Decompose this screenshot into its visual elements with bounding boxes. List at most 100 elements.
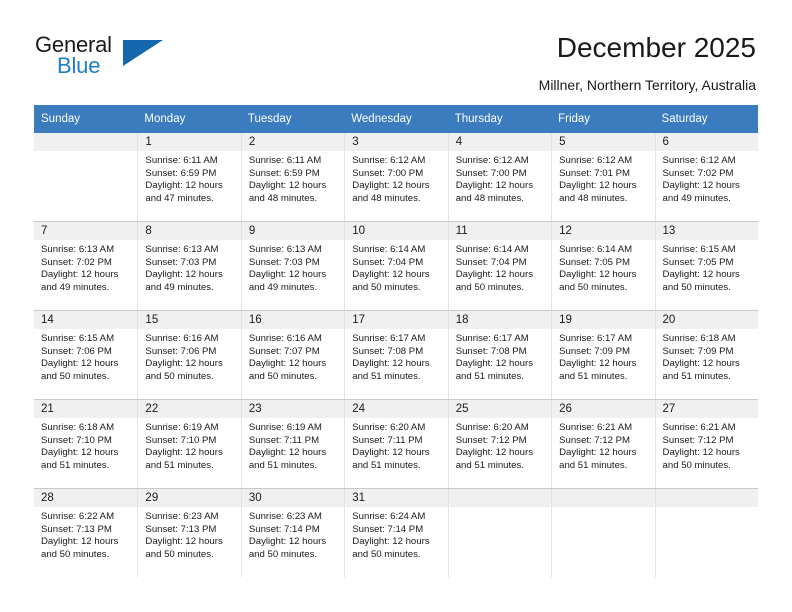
day-info-line: Sunrise: 6:17 AM (559, 333, 633, 344)
calendar-day-cell[interactable]: 28 Sunrise: 6:22 AM Sunset: 7:13 PM Dayligh… (34, 489, 138, 577)
calendar-cell: 31 Sunrise: 6:24 AM Sunset: 7:14 PM Dayligh… (344, 489, 448, 577)
day-sun-info: Sunrise: 6:18 AM Sunset: 7:10 PM Daylight:… (34, 418, 137, 472)
day-info-line: Daylight: 12 hours (248, 180, 327, 192)
day-info-line: and 50 minutes. (559, 281, 628, 293)
calendar-day-cell[interactable]: 1 Sunrise: 6:11 AM Sunset: 6:59 PM Daylight… (137, 133, 241, 221)
day-sun-info: Sunrise: 6:12 AM Sunset: 7:01 PM Daylight:… (552, 151, 654, 205)
calendar-cell: 4 Sunrise: 6:12 AM Sunset: 7:00 PM Daylight… (447, 133, 552, 221)
day-info-line: and 50 minutes. (352, 281, 421, 293)
day-info-line: and 50 minutes. (662, 281, 731, 293)
calendar-cell: 17 Sunrise: 6:17 AM Sunset: 7:08 PM Dayligh… (344, 311, 448, 399)
day-sun-info: Sunrise: 6:12 AM Sunset: 7:02 PM Daylight:… (656, 151, 758, 205)
day-info-line: Sunrise: 6:15 AM (41, 333, 115, 344)
day-sun-info (449, 507, 551, 511)
calendar-day-cell[interactable]: 21 Sunrise: 6:18 AM Sunset: 7:10 PM Dayligh… (34, 400, 138, 488)
calendar-day-cell[interactable]: 26 Sunrise: 6:21 AM Sunset: 7:12 PM Dayligh… (551, 400, 655, 488)
calendar-day-cell[interactable]: 2 Sunrise: 6:11 AM Sunset: 6:59 PM Daylight… (240, 133, 345, 221)
day-sun-info: Sunrise: 6:23 AM Sunset: 7:13 PM Daylight:… (138, 507, 240, 561)
calendar-day-cell[interactable]: 11 Sunrise: 6:14 AM Sunset: 7:04 PM Dayligh… (447, 222, 552, 310)
calendar-day-cell[interactable]: 17 Sunrise: 6:17 AM Sunset: 7:08 PM Dayligh… (344, 311, 448, 399)
day-sun-info: Sunrise: 6:14 AM Sunset: 7:04 PM Daylight:… (449, 240, 551, 294)
calendar-day-cell[interactable]: 31 Sunrise: 6:24 AM Sunset: 7:14 PM Dayligh… (344, 489, 448, 577)
day-sun-info: Sunrise: 6:17 AM Sunset: 7:08 PM Daylight:… (449, 329, 551, 383)
calendar-day-cell[interactable]: 16 Sunrise: 6:16 AM Sunset: 7:07 PM Dayligh… (240, 311, 345, 399)
day-info-line: Sunset: 7:12 PM (455, 434, 527, 446)
calendar-day-cell[interactable]: 14 Sunrise: 6:15 AM Sunset: 7:06 PM Dayligh… (34, 311, 138, 399)
calendar-cell: 13 Sunrise: 6:15 AM Sunset: 7:05 PM Dayligh… (654, 222, 758, 310)
calendar-day-cell[interactable]: 9 Sunrise: 6:13 AM Sunset: 7:03 PM Daylight… (240, 222, 345, 310)
day-info-line: Daylight: 12 hours (559, 358, 637, 370)
day-info-line: Sunset: 7:00 PM (352, 167, 424, 179)
calendar-day-cell[interactable]: 20 Sunrise: 6:18 AM Sunset: 7:09 PM Dayligh… (654, 311, 758, 399)
day-number: 20 (655, 311, 758, 329)
day-info-line: Daylight: 12 hours (248, 447, 327, 459)
calendar-day-cell[interactable]: 27 Sunrise: 6:21 AM Sunset: 7:12 PM Dayligh… (654, 400, 758, 488)
day-info-line: and 50 minutes. (455, 281, 524, 293)
day-number: 8 (138, 222, 241, 240)
calendar-day-cell[interactable]: 3 Sunrise: 6:12 AM Sunset: 7:00 PM Daylight… (344, 133, 448, 221)
day-info-line: Daylight: 12 hours (248, 536, 327, 548)
day-info-line: and 50 minutes. (41, 370, 110, 382)
day-number: 13 (655, 222, 758, 240)
calendar-day-cell[interactable]: 12 Sunrise: 6:14 AM Sunset: 7:05 PM Dayligh… (551, 222, 655, 310)
day-sun-info: Sunrise: 6:17 AM Sunset: 7:09 PM Daylight:… (552, 329, 654, 383)
day-info-line: Sunset: 7:14 PM (248, 523, 320, 535)
calendar-cell: 25 Sunrise: 6:20 AM Sunset: 7:12 PM Dayligh… (447, 400, 552, 488)
day-sun-info: Sunrise: 6:16 AM Sunset: 7:06 PM Daylight:… (138, 329, 240, 383)
day-info-line: Sunset: 7:11 PM (248, 434, 320, 446)
day-info-line: Daylight: 12 hours (455, 447, 534, 459)
page-header: General Blue December 2025 Millner, Nort… (0, 0, 792, 105)
day-number: 21 (34, 400, 138, 418)
calendar-day-cell[interactable]: 5 Sunrise: 6:12 AM Sunset: 7:01 PM Daylight… (551, 133, 655, 221)
calendar-day-cell[interactable]: 15 Sunrise: 6:16 AM Sunset: 7:06 PM Dayligh… (137, 311, 241, 399)
day-sun-info: Sunrise: 6:21 AM Sunset: 7:12 PM Daylight:… (552, 418, 654, 472)
weekday-header-tuesday: Tuesday (240, 105, 345, 133)
calendar-page: General Blue December 2025 Millner, Nort… (0, 0, 792, 612)
day-info-line: Daylight: 12 hours (352, 447, 430, 459)
day-info-line: and 51 minutes. (662, 370, 731, 382)
calendar-cell: 21 Sunrise: 6:18 AM Sunset: 7:10 PM Dayligh… (34, 400, 138, 488)
calendar-day-cell[interactable]: 10 Sunrise: 6:14 AM Sunset: 7:04 PM Dayligh… (344, 222, 448, 310)
day-number: 10 (345, 222, 448, 240)
day-info-line: Sunrise: 6:16 AM (145, 333, 219, 344)
calendar-day-cell[interactable]: 8 Sunrise: 6:13 AM Sunset: 7:03 PM Daylight… (137, 222, 241, 310)
calendar-week-row: 1 Sunrise: 6:11 AM Sunset: 6:59 PM Daylight… (34, 133, 758, 221)
calendar-day-cell[interactable]: 24 Sunrise: 6:20 AM Sunset: 7:11 PM Dayligh… (344, 400, 448, 488)
calendar-cell: 27 Sunrise: 6:21 AM Sunset: 7:12 PM Dayligh… (654, 400, 758, 488)
weekday-header-thursday: Thursday (447, 105, 552, 133)
calendar-body: 1 Sunrise: 6:11 AM Sunset: 6:59 PM Daylight… (34, 133, 758, 577)
calendar-cell: 29 Sunrise: 6:23 AM Sunset: 7:13 PM Dayligh… (137, 489, 241, 577)
day-info-line: Sunrise: 6:14 AM (455, 244, 529, 255)
calendar-day-cell[interactable]: 4 Sunrise: 6:12 AM Sunset: 7:00 PM Daylight… (447, 133, 552, 221)
calendar-week-row: 14 Sunrise: 6:15 AM Sunset: 7:06 PM Dayligh… (34, 311, 758, 399)
day-number: 25 (448, 400, 552, 418)
calendar-day-cell[interactable]: 29 Sunrise: 6:23 AM Sunset: 7:13 PM Dayligh… (137, 489, 241, 577)
calendar-day-cell[interactable]: 6 Sunrise: 6:12 AM Sunset: 7:02 PM Daylight… (654, 133, 758, 221)
day-info-line: Sunset: 7:06 PM (145, 345, 217, 357)
calendar-day-cell[interactable]: 22 Sunrise: 6:19 AM Sunset: 7:10 PM Dayligh… (137, 400, 241, 488)
calendar-cell: 20 Sunrise: 6:18 AM Sunset: 7:09 PM Dayligh… (654, 311, 758, 399)
calendar-cell: 30 Sunrise: 6:23 AM Sunset: 7:14 PM Dayligh… (240, 489, 345, 577)
calendar-day-cell[interactable]: 7 Sunrise: 6:13 AM Sunset: 7:02 PM Daylight… (34, 222, 138, 310)
day-sun-info: Sunrise: 6:15 AM Sunset: 7:05 PM Daylight:… (656, 240, 758, 294)
calendar-day-cell[interactable]: 18 Sunrise: 6:17 AM Sunset: 7:08 PM Dayligh… (447, 311, 552, 399)
day-info-line: Sunrise: 6:18 AM (662, 333, 736, 344)
day-sun-info: Sunrise: 6:19 AM Sunset: 7:10 PM Daylight:… (138, 418, 240, 472)
calendar-day-cell[interactable]: 25 Sunrise: 6:20 AM Sunset: 7:12 PM Dayligh… (447, 400, 552, 488)
calendar-cell (447, 489, 552, 577)
calendar-day-cell[interactable]: 19 Sunrise: 6:17 AM Sunset: 7:09 PM Dayligh… (551, 311, 655, 399)
calendar-empty-cell (551, 489, 655, 577)
calendar-day-cell[interactable]: 23 Sunrise: 6:19 AM Sunset: 7:11 PM Dayligh… (240, 400, 345, 488)
day-info-line: Sunset: 7:02 PM (41, 256, 112, 268)
day-info-line: Sunrise: 6:18 AM (41, 422, 115, 433)
day-info-line: Sunrise: 6:14 AM (559, 244, 633, 255)
weekday-header-saturday: Saturday (654, 105, 758, 133)
day-sun-info: Sunrise: 6:18 AM Sunset: 7:09 PM Daylight:… (656, 329, 758, 383)
day-sun-info: Sunrise: 6:20 AM Sunset: 7:12 PM Daylight:… (449, 418, 551, 472)
calendar-day-cell[interactable]: 30 Sunrise: 6:23 AM Sunset: 7:14 PM Dayligh… (240, 489, 345, 577)
day-info-line: Sunset: 7:10 PM (41, 434, 112, 446)
day-number: 2 (241, 133, 345, 151)
calendar-day-cell[interactable]: 13 Sunrise: 6:15 AM Sunset: 7:05 PM Dayligh… (654, 222, 758, 310)
day-info-line: Daylight: 12 hours (145, 536, 223, 548)
day-info-line: and 47 minutes. (145, 192, 214, 204)
